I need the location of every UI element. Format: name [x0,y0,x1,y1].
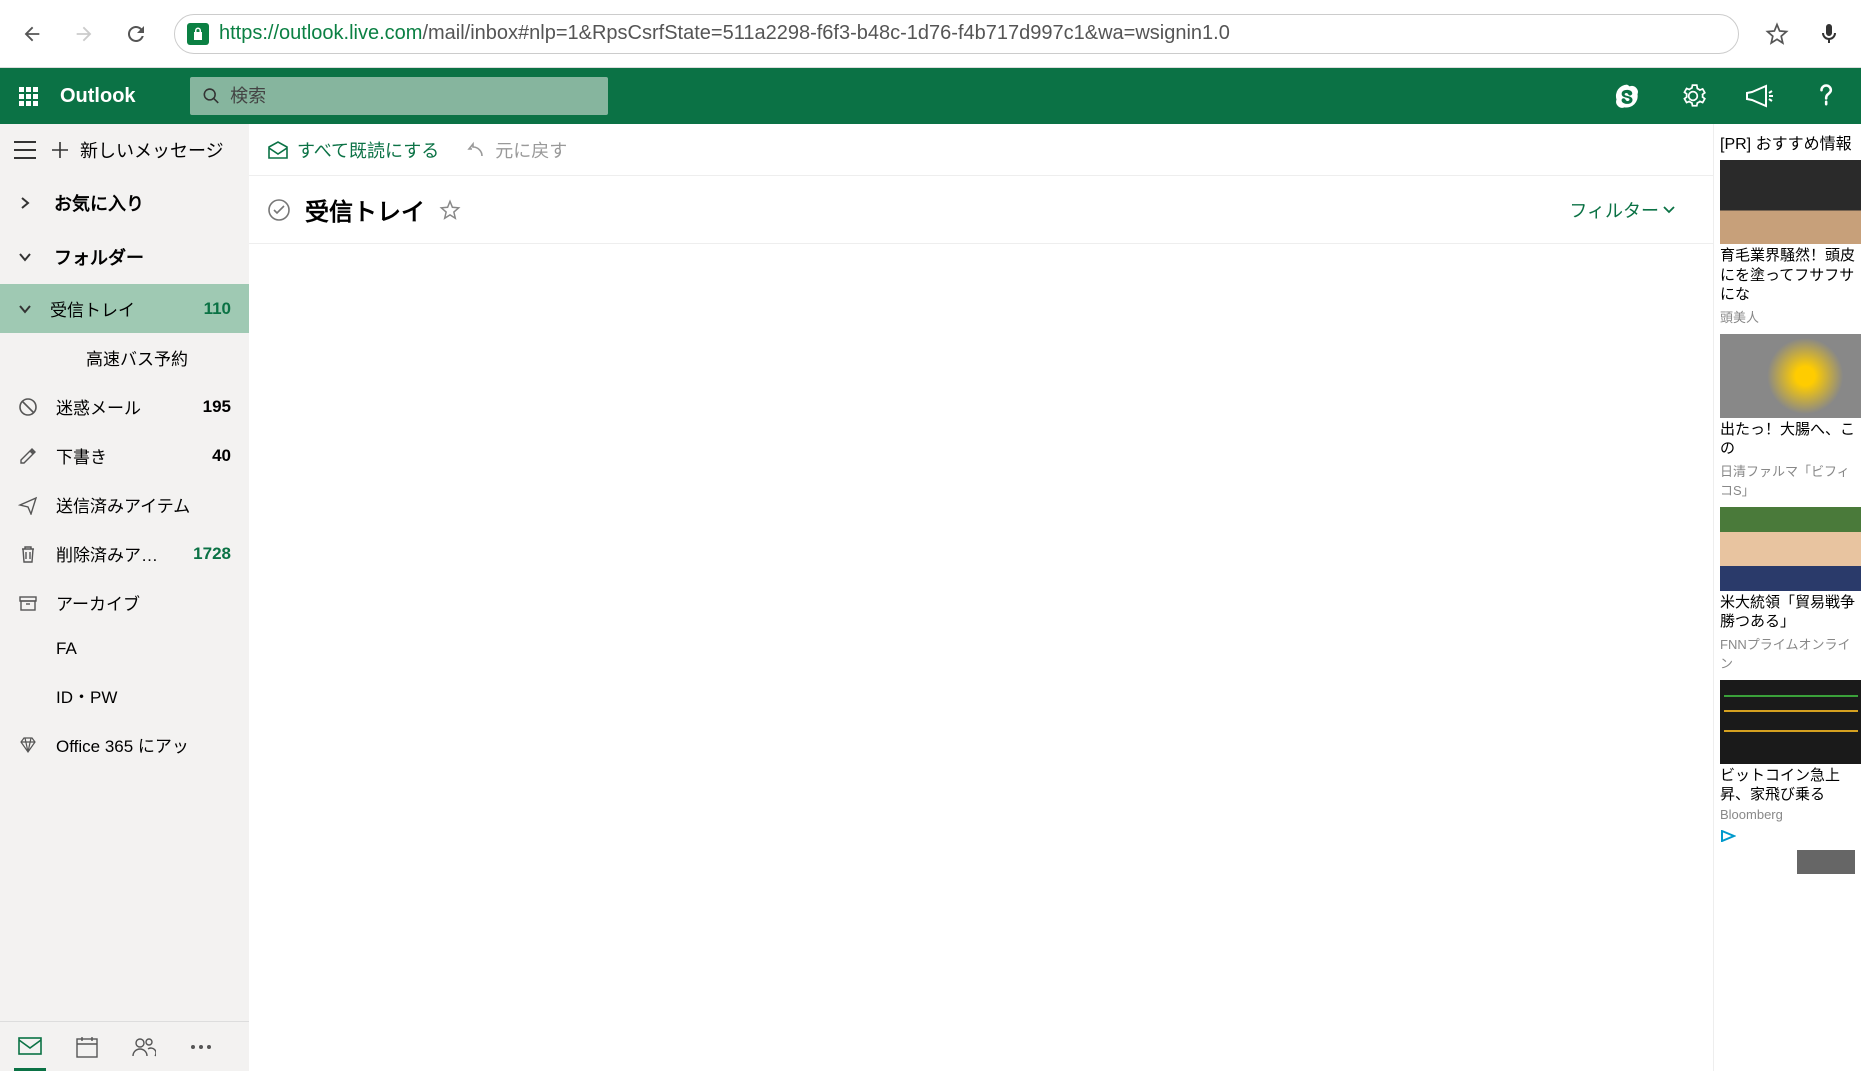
mic-icon[interactable] [1815,20,1843,48]
plus-icon [50,140,70,160]
chevron-down-icon [18,250,32,264]
undo-button: 元に戻す [467,137,567,163]
ad-image [1720,160,1861,244]
url-text: https://outlook.live.com/mail/inbox#nlp=… [219,22,1230,45]
app-launcher-icon[interactable] [10,78,46,114]
folders-header[interactable]: フォルダー [0,230,249,284]
folder-id-pw[interactable]: ID・PW [0,671,249,720]
sidebar: 新しいメッセージ お気に入り フォルダー 受信トレイ 110 高速バス予約 [0,124,249,1071]
ad-image [1720,334,1861,418]
mail-icon[interactable] [18,1037,42,1057]
bottom-nav [0,1021,249,1071]
folder-inbox[interactable]: 受信トレイ 110 [0,284,249,333]
send-icon [18,495,38,515]
browser-toolbar: https://outlook.live.com/mail/inbox#nlp=… [0,0,1861,68]
hamburger-icon[interactable] [14,141,36,159]
settings-icon[interactable] [1673,76,1713,116]
chevron-down-icon [1663,205,1675,215]
folder-junk[interactable]: 迷惑メール 195 [0,382,249,431]
undo-icon [467,141,487,159]
new-message-label: 新しいメッセージ [80,137,224,163]
search-icon [202,86,221,106]
folder-deleted[interactable]: 削除済みア… 1728 [0,529,249,578]
folder-drafts[interactable]: 下書き 40 [0,431,249,480]
diamond-icon [18,735,38,755]
search-input[interactable] [230,86,595,107]
forward-button [70,20,98,48]
folder-bus-reservation[interactable]: 高速バス予約 [0,333,249,382]
ad-collapse-button[interactable] [1797,850,1855,874]
favorite-star-icon[interactable] [439,199,461,221]
chevron-down-icon [18,302,32,316]
mail-open-icon [267,141,289,159]
junk-icon [18,397,38,417]
sidebar-command-bar: 新しいメッセージ [0,124,249,176]
content-toolbar: すべて既読にする 元に戻す [249,124,1713,176]
folder-archive[interactable]: アーカイブ [0,578,249,627]
ad-item[interactable]: 米大統領「貿易戦争勝つある」 FNNプライムオンライン [1714,507,1861,672]
folder-fa[interactable]: FA [0,627,249,671]
address-bar[interactable]: https://outlook.live.com/mail/inbox#nlp=… [174,14,1739,54]
ad-item[interactable]: 出たっ！大腸へ、この 日清ファルマ「ビフィコS」 [1714,334,1861,499]
bookmark-star-icon[interactable] [1763,20,1791,48]
app-header: Outlook [0,68,1861,124]
folder-sent[interactable]: 送信済みアイテム [0,480,249,529]
archive-icon [18,593,38,613]
lock-icon [187,23,209,45]
folder-office365-upgrade[interactable]: Office 365 にアッ [0,720,249,769]
reload-button[interactable] [122,20,150,48]
mark-all-read-button[interactable]: すべて既読にする [267,137,439,163]
filter-button[interactable]: フィルター [1569,197,1675,223]
favorites-header[interactable]: お気に入り [0,176,249,230]
content-area: すべて既読にする 元に戻す 受信トレイ フィルター [249,124,1713,1071]
ad-item[interactable]: ビットコイン急上昇、家飛び乗る Bloomberg [1714,680,1861,822]
ad-item[interactable]: 育毛業界騒然！頭皮にを塗ってフサフサにな 頭美人 [1714,160,1861,326]
megaphone-icon[interactable] [1739,76,1779,116]
more-icon[interactable] [190,1044,212,1050]
chevron-right-icon [18,196,32,210]
help-icon[interactable] [1805,76,1845,116]
ad-choices-icon[interactable] [1720,830,1736,842]
ads-panel: [PR] おすすめ情報 育毛業界騒然！頭皮にを塗ってフサフサにな 頭美人 出たっ… [1713,124,1861,1071]
people-icon[interactable] [132,1036,156,1058]
calendar-icon[interactable] [76,1036,98,1058]
app-title: Outlook [60,85,136,108]
trash-icon [18,544,38,564]
ads-header: [PR] おすすめ情報 [1714,124,1861,160]
pencil-icon [18,446,38,466]
ad-image [1720,680,1861,764]
back-button[interactable] [18,20,46,48]
select-all-icon[interactable] [267,198,291,222]
new-message-button[interactable]: 新しいメッセージ [50,137,224,163]
folder-heading: 受信トレイ フィルター [249,176,1713,244]
folder-title: 受信トレイ [305,192,425,227]
skype-icon[interactable] [1607,76,1647,116]
ad-image [1720,507,1861,591]
search-box[interactable] [190,77,608,115]
